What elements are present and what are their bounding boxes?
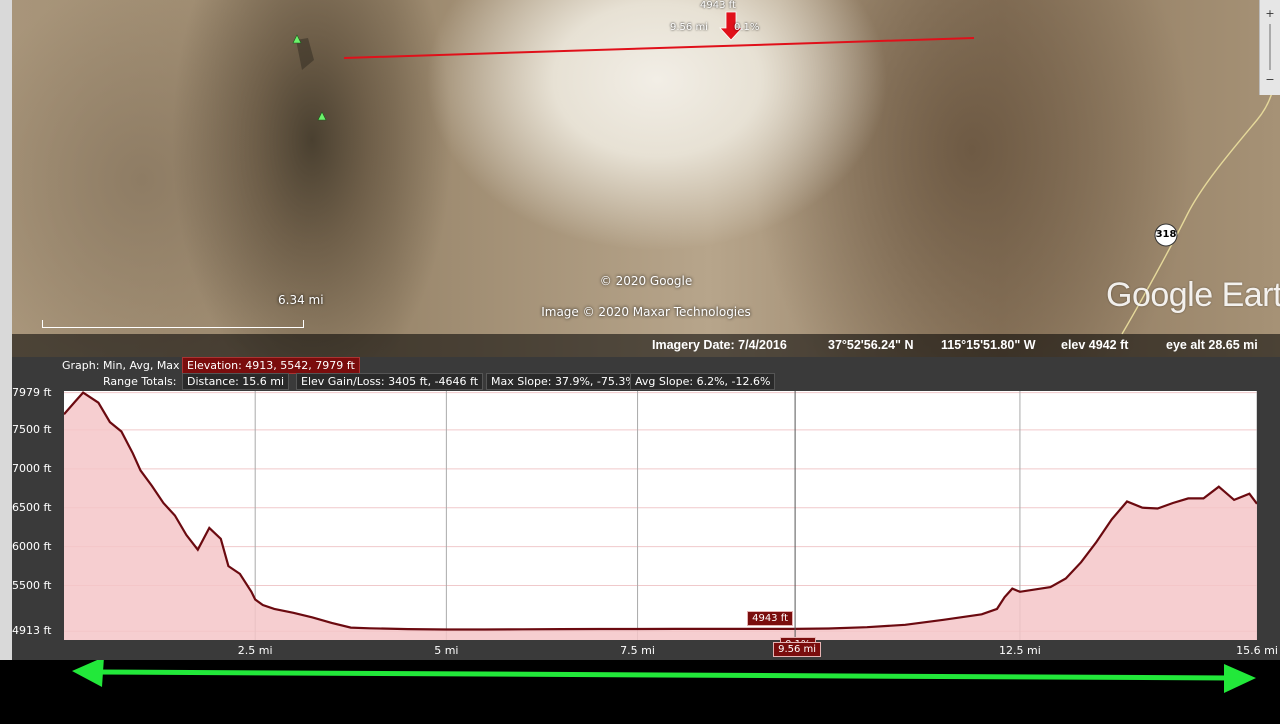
cursor-distance-pill: 9.56 mi — [773, 642, 822, 657]
zoom-in-button[interactable]: + — [1264, 8, 1276, 20]
scale-bar-label: 6.34 mi — [278, 293, 324, 307]
map-overlay — [292, 11, 1280, 335]
peak-marker[interactable] — [317, 111, 327, 121]
max-slope-stat: Max Slope: 37.9%, -75.3% — [486, 373, 641, 390]
elevation-chart[interactable] — [64, 391, 1257, 640]
google-earth-logo: Google Earth — [1106, 276, 1280, 314]
y-tick-label: 7979 ft — [12, 385, 52, 399]
ruler-elev-label: 4943 ft — [700, 0, 736, 11]
scale-bar-line — [42, 320, 304, 328]
map-view[interactable]: 4943 ft 9.56 mi 0.1% 318 © 2020 Google I… — [12, 0, 1280, 357]
zoom-track[interactable] — [1269, 24, 1271, 70]
ruler-distance-label: 9.56 mi — [670, 22, 708, 33]
peak-marker[interactable] — [292, 34, 302, 44]
zoom-out-button[interactable]: − — [1264, 74, 1276, 86]
copyright-label: © 2020 Google — [599, 274, 693, 288]
cursor-elevation-pill: 4943 ft — [747, 610, 793, 626]
left-window-strip — [0, 0, 12, 660]
zoom-slider[interactable]: + − — [1259, 0, 1280, 95]
x-tick-label: 7.5 mi — [620, 644, 655, 657]
elevation-readout: elev 4942 ft — [1061, 338, 1129, 352]
scale-bar: 6.34 mi — [42, 293, 324, 328]
map-status-bar: Imagery Date: 7/4/2016 37°52'56.24" N 11… — [12, 334, 1280, 357]
distance-span-arrow — [72, 657, 1256, 693]
ruler-path-line[interactable] — [343, 37, 975, 59]
bottom-annotation-bar — [0, 657, 1280, 720]
y-tick-label: 7500 ft — [12, 422, 52, 436]
latitude: 37°52'56.24" N — [828, 338, 914, 352]
x-tick-label: 5 mi — [434, 644, 459, 657]
x-tick-label: 2.5 mi — [237, 644, 273, 657]
ruler-slope-label: 0.1% — [734, 22, 760, 33]
elevation-profile-panel[interactable]: Graph: Min, Avg, Max Elevation: 4913, 55… — [12, 357, 1280, 660]
route-shield-label: 318 — [1155, 229, 1177, 240]
eye-altitude: eye alt 28.65 mi — [1166, 338, 1258, 352]
x-tick-label: 15.6 mi — [1236, 644, 1278, 657]
elev-gain-loss-stat: Elev Gain/Loss: 3405 ft, -4646 ft — [296, 373, 484, 390]
imagery-date: Imagery Date: 7/4/2016 — [652, 338, 787, 352]
y-tick-label: 6000 ft — [12, 539, 52, 553]
longitude: 115°15'51.80" W — [941, 338, 1036, 352]
y-tick-label: 5500 ft — [12, 578, 52, 592]
x-tick-label: 12.5 mi — [999, 644, 1041, 657]
elevation-stat: Elevation: 4913, 5542, 7979 ft — [182, 357, 360, 374]
y-tick-label: 4913 ft — [12, 624, 52, 638]
distance-stat: Distance: 15.6 mi — [182, 373, 290, 390]
range-totals-label: Range Totals: — [103, 375, 177, 388]
y-tick-label: 6500 ft — [12, 500, 52, 514]
y-tick-label: 7000 ft — [12, 461, 52, 475]
avg-slope-stat: Avg Slope: 6.2%, -12.6% — [630, 373, 776, 390]
graph-mode-label: Graph: Min, Avg, Max — [62, 359, 180, 372]
